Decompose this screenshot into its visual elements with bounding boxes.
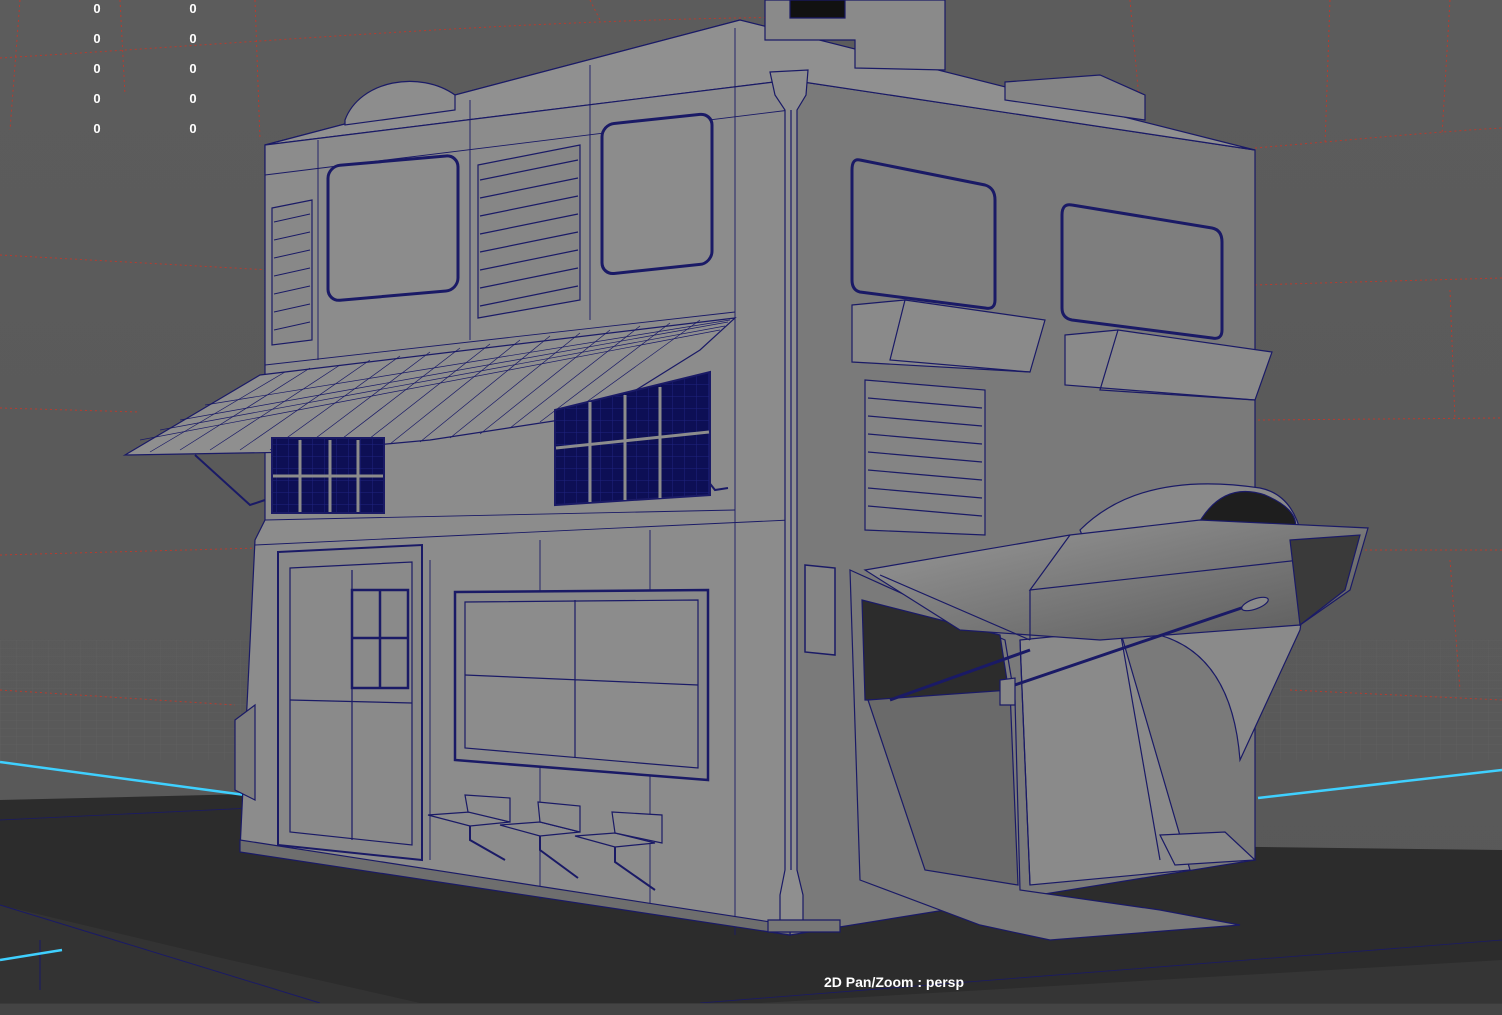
hud-value: 0 <box>189 61 197 76</box>
side-window-2 <box>1060 203 1224 340</box>
3d-scene[interactable] <box>0 0 1502 1015</box>
hud-stats-values-left: 0 0 0 0 0 <box>77 0 117 144</box>
upper-window-2 <box>600 112 714 276</box>
side-louver <box>864 379 986 536</box>
upper-window-1 <box>326 154 460 302</box>
maya-viewport[interactable]: 0 0 0 0 0 0 0 0 0 0 2D Pan/Zoom : persp <box>0 0 1502 1015</box>
hud-value: 0 <box>93 91 101 106</box>
viewport-mode-label: 2D Pan/Zoom : persp <box>824 974 965 990</box>
display-board <box>453 588 710 782</box>
viewport-bottom-strip <box>0 1003 1502 1015</box>
front-door[interactable] <box>277 543 423 862</box>
building-model[interactable] <box>122 0 1369 941</box>
hud-value: 0 <box>93 31 101 46</box>
hud-value: 0 <box>189 31 197 46</box>
upper-louver-center <box>477 144 581 319</box>
hud-value: 0 <box>93 61 101 76</box>
upper-louver-left <box>271 199 313 346</box>
hud-value: 0 <box>189 121 197 136</box>
hud-value: 0 <box>189 1 197 16</box>
hud-value: 0 <box>189 91 197 106</box>
hud-value: 0 <box>93 121 101 136</box>
hud-value: 0 <box>93 1 101 16</box>
side-window-1 <box>850 158 997 310</box>
hud-stats-values-right: 0 0 0 0 0 <box>173 0 213 144</box>
